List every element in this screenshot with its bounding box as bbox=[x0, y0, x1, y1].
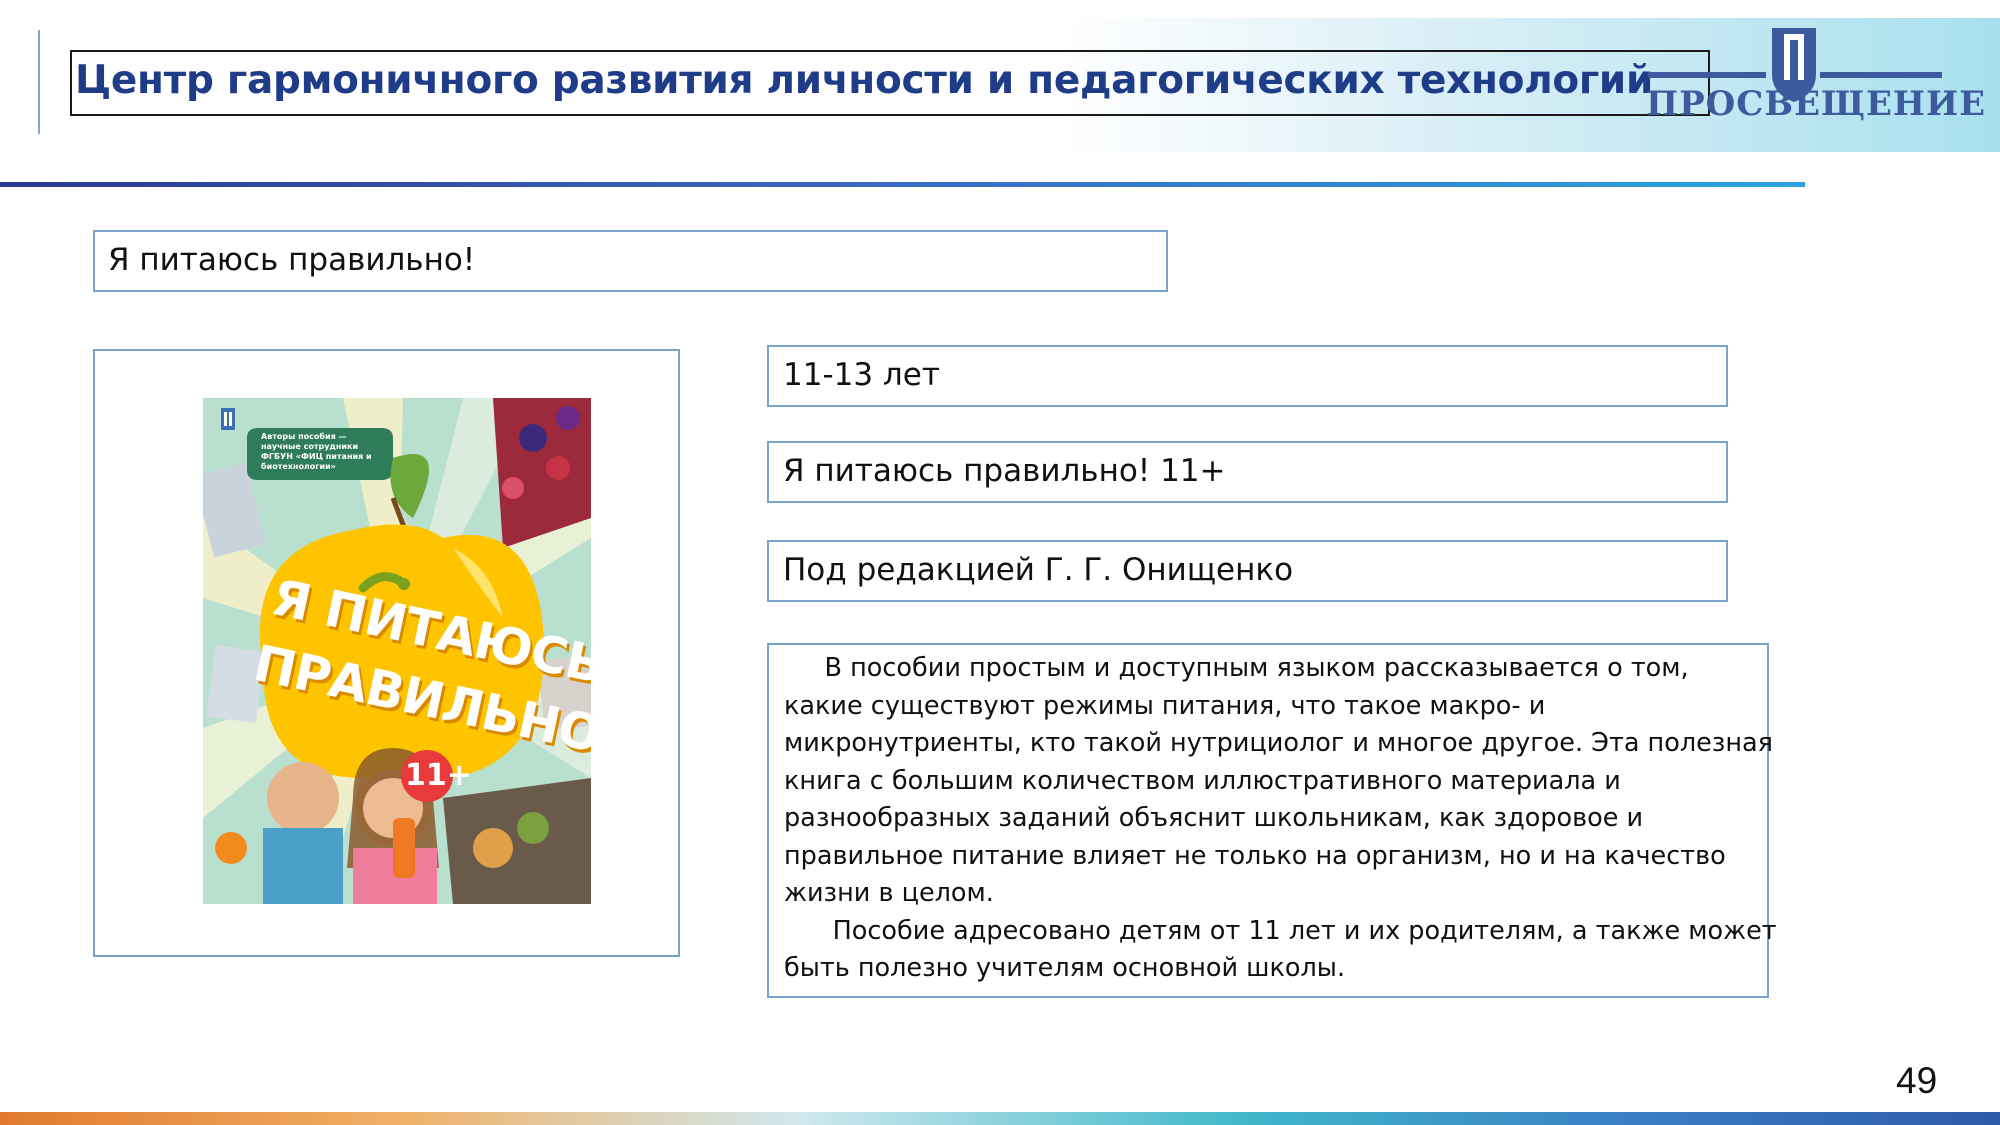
logo-text: ПРОСВЕЩЕНИЕ bbox=[1646, 84, 1987, 124]
footer-band bbox=[0, 1112, 2000, 1125]
editor: Под редакцией Г. Г. Онищенко bbox=[783, 552, 1294, 588]
cover-age-badge: 11+ bbox=[405, 758, 472, 793]
age-range: 11-13 лет bbox=[783, 357, 940, 393]
description-line: быть полезно учителям основной школы. bbox=[784, 953, 1346, 983]
description-line: В пособии простым и доступным языком рас… bbox=[784, 653, 1689, 683]
description-line: книга с большим количеством иллюстративн… bbox=[784, 765, 1621, 796]
description-line: микронутриенты, кто такой нутрициолог и … bbox=[784, 728, 1774, 758]
header-rule bbox=[0, 182, 1805, 187]
book-cover: Авторы пособия — научные сотрудники ФГБУ… bbox=[203, 398, 591, 904]
description-line: какие существуют режимы питания, что так… bbox=[784, 690, 1546, 721]
cover-publisher-note: Авторы пособия — научные сотрудники ФГБУ… bbox=[261, 432, 372, 471]
description-line: правильное питание влияет не только на о… bbox=[784, 840, 1726, 871]
book-title: Я питаюсь правильно! bbox=[108, 242, 476, 278]
description: В пособии простым и доступным языком рас… bbox=[784, 650, 1777, 988]
description-line: разнообразных заданий объяснит школьника… bbox=[784, 803, 1644, 833]
page-title: Центр гармоничного развития личности и п… bbox=[75, 58, 1653, 103]
header-divider bbox=[38, 30, 40, 134]
page-number: 49 bbox=[1896, 1060, 1938, 1101]
description-line: Пособие адресовано детям от 11 лет и их … bbox=[784, 915, 1777, 946]
description-line: жизни в целом. bbox=[784, 878, 994, 908]
series-title: Я питаюсь правильно! 11+ bbox=[783, 453, 1226, 489]
